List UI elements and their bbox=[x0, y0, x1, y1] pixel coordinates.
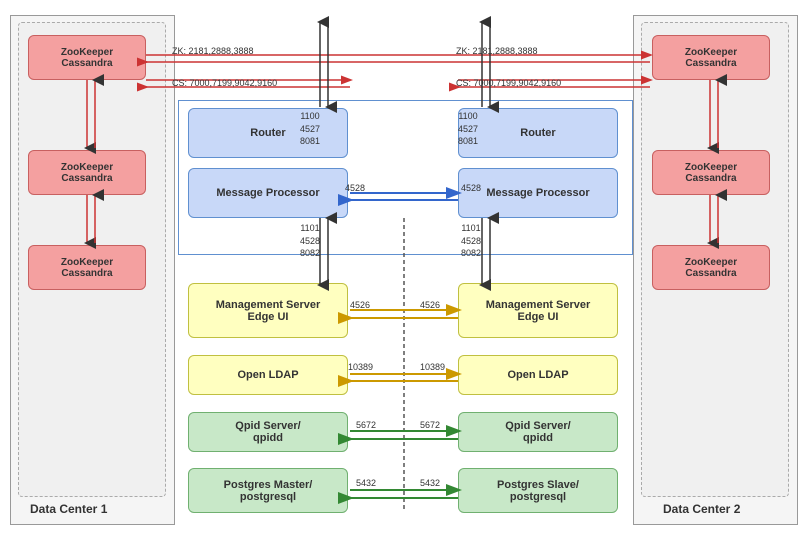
zk-box-2c: ZooKeeper Cassandra bbox=[652, 245, 770, 290]
zk-box-1b: ZooKeeper Cassandra bbox=[28, 150, 146, 195]
msg-port-top-right: 4528 bbox=[461, 183, 481, 193]
zk-box-2a: ZooKeeper Cassandra bbox=[652, 35, 770, 80]
qpid-port-right: 5672 bbox=[420, 420, 440, 430]
main-diagram: Data Center 1 Data Center 2 ZooKeeper Ca… bbox=[0, 0, 808, 546]
msg-port-top-left: 4528 bbox=[345, 183, 365, 193]
ldap-port-right: 10389 bbox=[420, 362, 445, 372]
mgmt-server-1: Management Server Edge UI bbox=[188, 283, 348, 338]
postgres-port-left: 5432 bbox=[356, 478, 376, 488]
msg-port-bottom-right: 1101 4528 8082 bbox=[461, 222, 481, 260]
dc2-label: Data Center 2 bbox=[663, 502, 740, 516]
postgres-port-right: 5432 bbox=[420, 478, 440, 488]
postgres-2: Postgres Slave/ postgresql bbox=[458, 468, 618, 513]
mgmt-port-left: 4526 bbox=[350, 300, 370, 310]
mgmt-port-right: 4526 bbox=[420, 300, 440, 310]
zk-box-1c: ZooKeeper Cassandra bbox=[28, 245, 146, 290]
ldap-1: Open LDAP bbox=[188, 355, 348, 395]
router-1: Router bbox=[188, 108, 348, 158]
router-port-right: 1100 4527 8081 bbox=[458, 110, 478, 148]
zk-box-1a: ZooKeeper Cassandra bbox=[28, 35, 146, 80]
qpid-port-left: 5672 bbox=[356, 420, 376, 430]
zk-port-label-right: ZK: 2181,2888,3888 bbox=[456, 46, 538, 56]
zk-port-label-left: ZK: 2181,2888,3888 bbox=[172, 46, 254, 56]
qpid-2: Qpid Server/ qpidd bbox=[458, 412, 618, 452]
ldap-port-left: 10389 bbox=[348, 362, 373, 372]
cs-port-label-right: CS: 7000,7199,9042,9160 bbox=[456, 78, 561, 88]
ldap-2: Open LDAP bbox=[458, 355, 618, 395]
msg-proc-1: Message Processor bbox=[188, 168, 348, 218]
router-2: Router bbox=[458, 108, 618, 158]
mgmt-server-2: Management Server Edge UI bbox=[458, 283, 618, 338]
msg-port-bottom-left: 1101 4528 8082 bbox=[300, 222, 320, 260]
dc1-label: Data Center 1 bbox=[30, 502, 107, 516]
qpid-1: Qpid Server/ qpidd bbox=[188, 412, 348, 452]
zk-box-2b: ZooKeeper Cassandra bbox=[652, 150, 770, 195]
cs-port-label-left: CS: 7000,7199,9042,9160 bbox=[172, 78, 277, 88]
postgres-1: Postgres Master/ postgresql bbox=[188, 468, 348, 513]
router-port-left: 1100 4527 8081 bbox=[300, 110, 320, 148]
msg-proc-2: Message Processor bbox=[458, 168, 618, 218]
